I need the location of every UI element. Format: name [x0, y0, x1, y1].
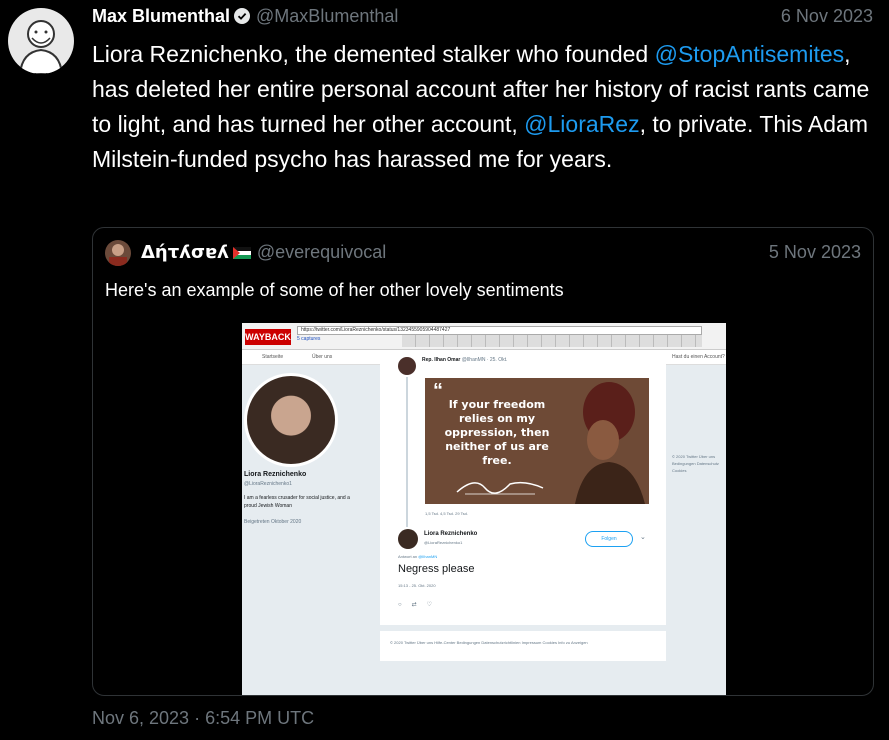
- signature-icon: [456, 481, 544, 495]
- quoted-author-handle[interactable]: @everequivocal: [257, 242, 386, 262]
- orig-author-name: Rep. Ilhan Omar: [422, 357, 461, 363]
- thread-line: [406, 377, 408, 527]
- tweet-header: Max Blumenthal @MaxBlumenthal 6 Nov 2023: [92, 6, 873, 32]
- nav-home: Startseite: [262, 354, 284, 360]
- orig-author: Rep. Ilhan Omar @IlhanMN · 25. Okt.: [422, 357, 507, 363]
- quote-image: “ If your freedom relies on my oppressio…: [425, 378, 649, 504]
- mention-link[interactable]: @LioraRez: [524, 111, 639, 137]
- profile-handle: @LioraReznichenko1: [244, 481, 292, 487]
- chevron-down-icon: ⌄: [640, 534, 646, 541]
- quoted-tweet-image[interactable]: WAYBACK https://twitter.com/LioraReznich…: [242, 323, 726, 695]
- wayback-captures: 5 captures: [297, 336, 321, 342]
- wayback-toolbar: WAYBACK https://twitter.com/LioraReznich…: [242, 323, 726, 350]
- twitter-footer: © 2020 Twitter Über uns Hilfe-Center Bed…: [380, 631, 666, 661]
- side-footer: © 2020 Twitter Über uns Bedingungen Date…: [672, 454, 719, 473]
- reply-handle: @LioraReznichenko1: [424, 540, 463, 545]
- reply-author-avatar: [398, 529, 418, 549]
- orig-meta: @IlhanMN · 25. Okt.: [461, 357, 508, 363]
- tweet-date[interactable]: 6 Nov 2023: [781, 6, 873, 27]
- orig-author-avatar: [398, 357, 416, 375]
- portrait-icon: [575, 382, 645, 504]
- quoted-tweet[interactable]: Δήτʎσɐʎ @everequivocal 5 Nov 2023 Here's …: [92, 227, 874, 696]
- profile-photo: [244, 373, 338, 467]
- reply-to: Antwort an @IlhanMN: [398, 554, 437, 559]
- tweet-card: Rep. Ilhan Omar @IlhanMN · 25. Okt. “ If…: [380, 351, 666, 625]
- nav-account-hint: Hast du einen Account?: [672, 354, 725, 360]
- profile-bio: I am a fearless crusader for social just…: [244, 495, 350, 509]
- profile-name: Liora Reznichenko: [244, 471, 307, 478]
- image-quote-text: If your freedom relies on my oppression,…: [444, 398, 550, 467]
- quoted-author-name[interactable]: Δήτʎσɐʎ @everequivocal: [141, 242, 386, 263]
- follow-button: Folgen: [585, 531, 633, 547]
- quoted-author-name-text: Δήτʎσɐʎ: [141, 242, 229, 263]
- reply-time: 15:13 - 25. Okt. 2020: [398, 583, 436, 588]
- reply-action-icons: ○ ⇄ ♡: [398, 602, 433, 608]
- palestine-flag-icon: [232, 243, 251, 259]
- wayback-url: https://twitter.com/LioraReznichenko/sta…: [297, 326, 702, 335]
- tweet-timestamp[interactable]: Nov 6, 2023 · 6:54 PM UTC: [92, 708, 314, 729]
- tweet-text: Liora Reznichenko, the demented stalker …: [92, 37, 882, 177]
- nav-about: Über uns: [312, 354, 333, 360]
- quoted-author-avatar[interactable]: [105, 240, 131, 266]
- profile-joined: Beigetreten Oktober 2020: [244, 519, 302, 525]
- verified-badge-icon: [234, 8, 251, 24]
- reply-to-handle: @IlhanMN: [418, 554, 438, 559]
- orig-actions: 1,5 Tsd. 4,5 Tsd. 29 Tsd.: [425, 511, 468, 516]
- reply-text: Negress please: [398, 563, 475, 575]
- author-handle[interactable]: @MaxBlumenthal: [256, 6, 398, 26]
- reply-author: Liora Reznichenko: [424, 531, 478, 537]
- quoted-tweet-text: Here's an example of some of her other l…: [105, 280, 564, 300]
- wayback-logo: WAYBACK: [245, 329, 291, 345]
- author-name[interactable]: Max Blumenthal: [92, 6, 230, 26]
- quoted-tweet-date[interactable]: 5 Nov 2023: [769, 242, 861, 263]
- author-avatar[interactable]: [8, 8, 74, 74]
- tweet-text-part: Liora Reznichenko, the demented stalker …: [92, 41, 655, 67]
- twitter-footer-text: © 2020 Twitter Über uns Hilfe-Center Bed…: [390, 640, 588, 645]
- quoted-tweet-header: Δήτʎσɐʎ @everequivocal 5 Nov 2023: [105, 240, 861, 266]
- mention-link[interactable]: @StopAntisemites: [655, 41, 845, 67]
- wayback-timeline: [402, 335, 702, 347]
- reply-to-label: Antwort an: [398, 554, 418, 559]
